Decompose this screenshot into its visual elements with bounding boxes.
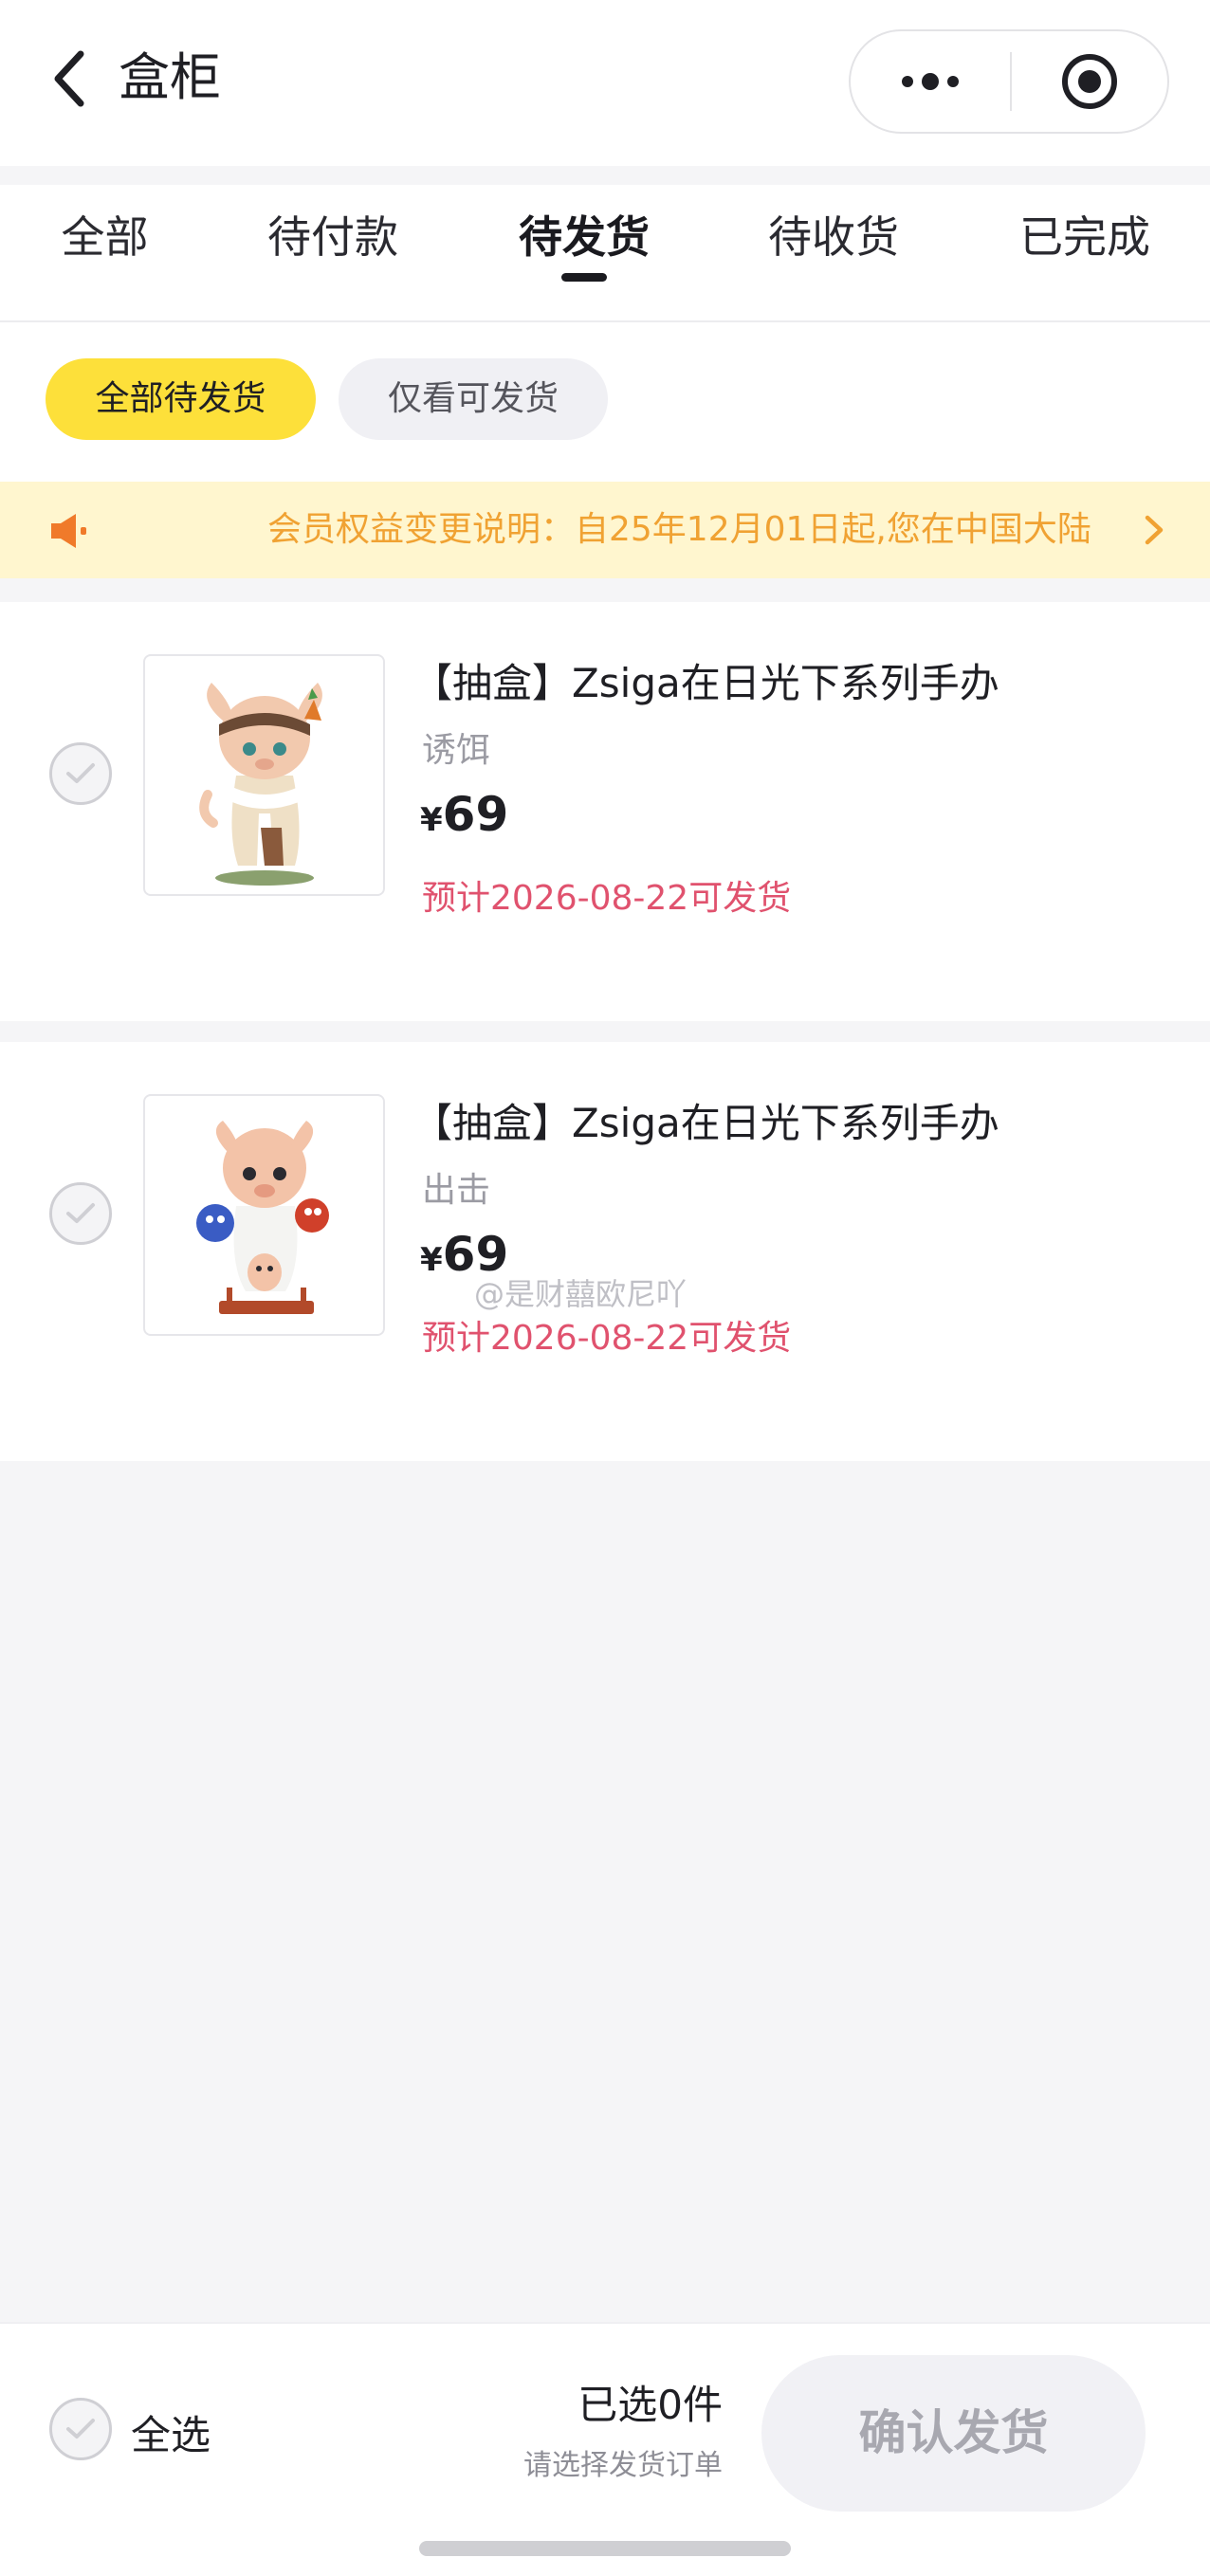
- order-status-tabs: 全部 待付款 待发货 待收货 已完成: [0, 185, 1210, 322]
- selected-count: 已选0件: [578, 2382, 723, 2428]
- target-close-icon: [1062, 54, 1117, 109]
- tab-completed[interactable]: 已完成: [1013, 204, 1157, 270]
- select-all-label[interactable]: 全选: [131, 2403, 211, 2461]
- notice-banner[interactable]: 会员权益变更说明：自25年12月01日起,您在中国大陆: [0, 482, 1210, 578]
- checkmark-icon: [66, 2419, 95, 2439]
- shipping-eta: 预计2026-08-22可发货: [422, 879, 792, 918]
- speaker-icon: [51, 514, 86, 548]
- more-dots-icon: [902, 73, 959, 90]
- shipping-eta: 预计2026-08-22可发货: [422, 1319, 792, 1358]
- header: 盒柜: [0, 0, 1210, 166]
- mini-program-capsule: [849, 29, 1169, 134]
- filter-all-pending-chip[interactable]: 全部待发货: [46, 358, 316, 440]
- tab-pending-shipment[interactable]: 待发货: [512, 204, 656, 270]
- list-item: 【抽盒】Zsiga在日光下系列手办 出击 ¥69 预计2026-08-22可发货: [0, 1042, 1210, 1461]
- checkmark-icon: [66, 763, 95, 783]
- list-item: 【抽盒】Zsiga在日光下系列手办 诱饵 ¥69 预计2026-08-22可发货: [0, 602, 1210, 1021]
- selection-hint: 请选择发货订单: [523, 2449, 723, 2482]
- item-checkbox[interactable]: [49, 742, 112, 805]
- price-value: 69: [442, 787, 509, 842]
- select-all-checkbox[interactable]: [49, 2398, 112, 2460]
- checkmark-icon: [66, 1203, 95, 1223]
- confirm-shipment-button[interactable]: 确认发货: [761, 2355, 1146, 2512]
- tab-pending-receipt[interactable]: 待收货: [761, 204, 906, 270]
- filter-bar: 全部待发货 仅看可发货: [0, 322, 1210, 482]
- product-name: 【抽盒】Zsiga在日光下系列手办: [412, 660, 999, 706]
- tab-pending-payment[interactable]: 待付款: [262, 204, 404, 270]
- notice-text: 会员权益变更说明：自25年12月01日起,您在中国大陆: [267, 510, 1091, 549]
- item-checkbox[interactable]: [49, 1182, 112, 1245]
- watermark: @是财囍欧尼吖: [474, 1276, 688, 1312]
- bottom-action-bar: 全选 已选0件 请选择发货订单 确认发货: [0, 2322, 1210, 2576]
- product-price: ¥69: [420, 787, 508, 842]
- tab-all[interactable]: 全部: [36, 204, 174, 270]
- chevron-right-icon: [1145, 515, 1164, 545]
- page-title: 盒柜: [119, 47, 221, 107]
- product-variant: 出击: [422, 1171, 491, 1210]
- product-image[interactable]: [143, 654, 385, 896]
- currency-symbol: ¥: [420, 801, 443, 839]
- more-button[interactable]: [851, 31, 1010, 132]
- product-image[interactable]: [143, 1094, 385, 1336]
- back-button[interactable]: [46, 46, 93, 112]
- active-tab-indicator: [561, 273, 607, 282]
- home-indicator: [419, 2541, 791, 2556]
- product-name: 【抽盒】Zsiga在日光下系列手办: [412, 1100, 999, 1146]
- product-variant: 诱饵: [422, 731, 491, 770]
- close-app-button[interactable]: [1012, 31, 1167, 132]
- chevron-left-icon: [54, 50, 84, 107]
- figure-strike-image: [195, 1120, 329, 1314]
- filter-ready-only-chip[interactable]: 仅看可发货: [339, 358, 608, 440]
- figure-bait-image: [198, 682, 322, 886]
- currency-symbol: ¥: [420, 1241, 443, 1279]
